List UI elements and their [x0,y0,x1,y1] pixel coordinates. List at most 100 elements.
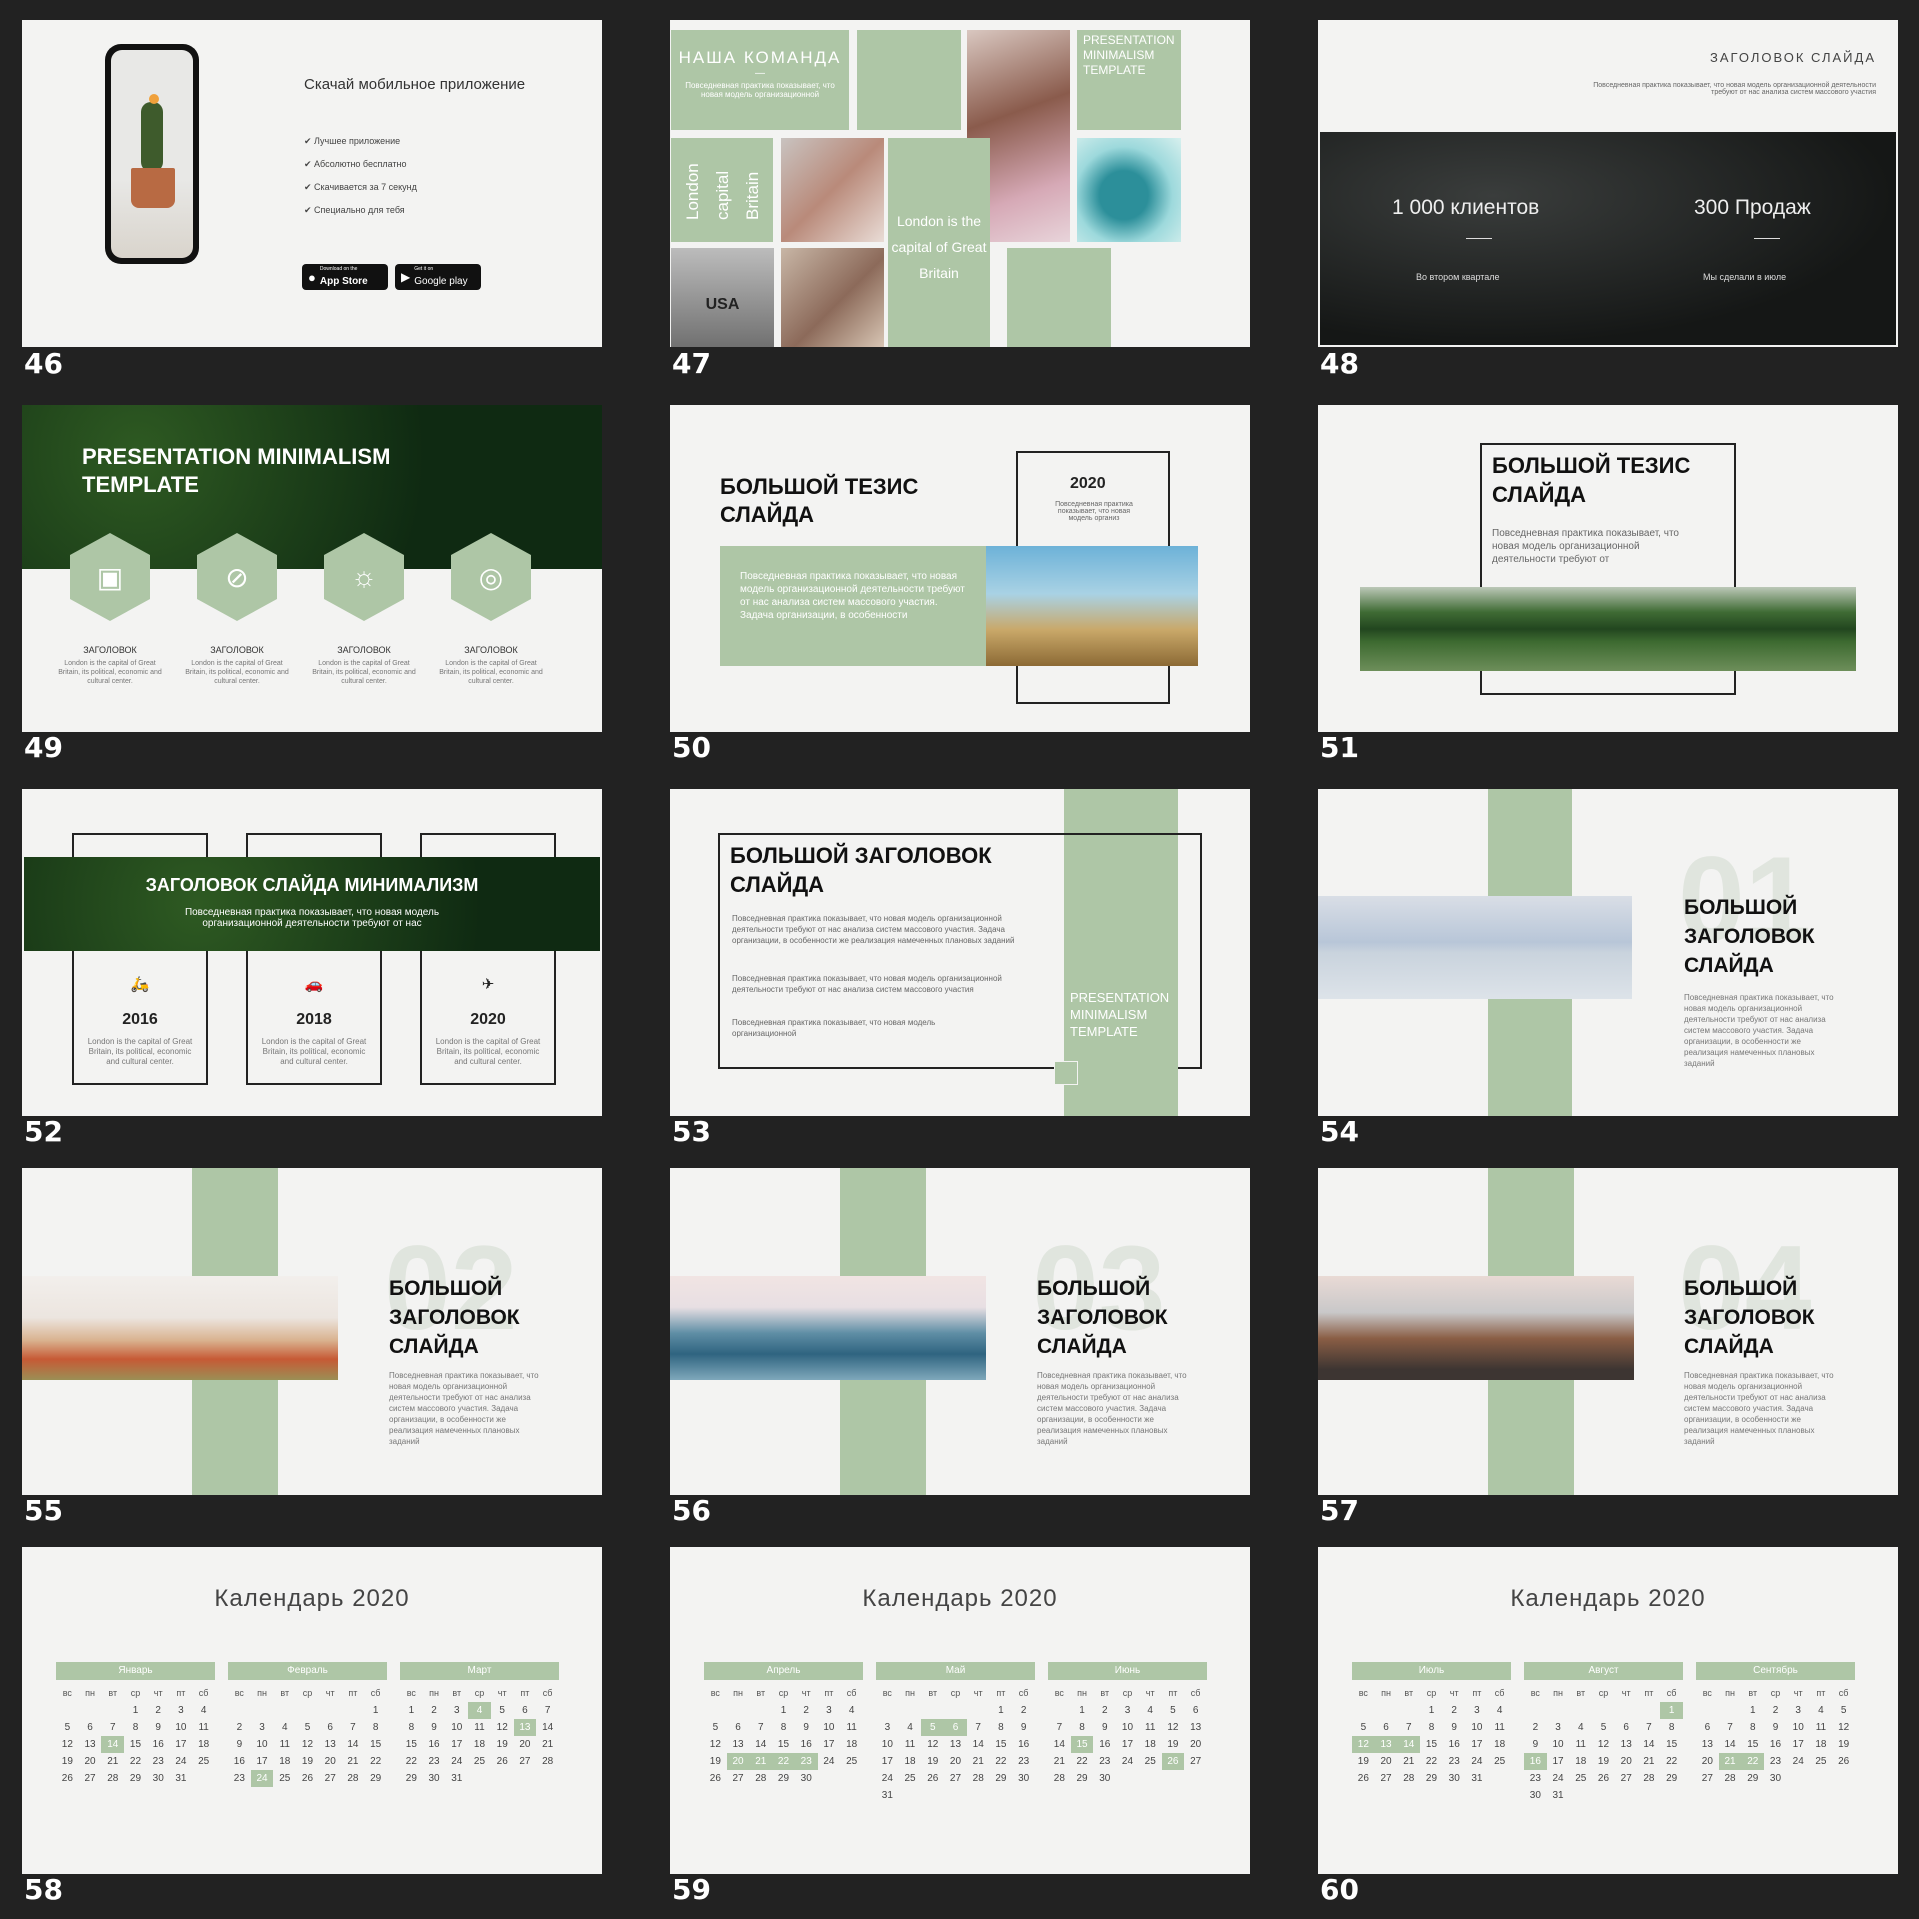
calendar-day[interactable]: 13 [79,1736,102,1753]
slide-59[interactable]: Календарь 2020 Апрель вс пн вт ср чт пт сб 1 2 3 4 5… [670,1547,1250,1874]
calendar-day[interactable]: 18 [1810,1736,1833,1753]
calendar-day[interactable]: 25 [1488,1753,1511,1770]
calendar-day[interactable]: 13 [1696,1736,1719,1753]
calendar-day[interactable]: 24 [1787,1753,1810,1770]
calendar-day[interactable]: 15 [1420,1736,1443,1753]
calendar-day[interactable]: 2 [1012,1702,1035,1719]
calendar-day[interactable]: 21 [1397,1753,1420,1770]
slide-46[interactable]: Скачай мобильное приложение ✔ Лучшее при… [22,20,602,347]
calendar-day[interactable]: 16 [147,1736,170,1753]
calendar-day[interactable]: 20 [514,1736,537,1753]
calendar-day[interactable]: 31 [445,1770,468,1787]
calendar-day[interactable]: 4 [1139,1702,1162,1719]
calendar-day[interactable]: 30 [795,1770,818,1787]
calendar-day[interactable]: 4 [840,1702,863,1719]
calendar-day[interactable]: 29 [1420,1770,1443,1787]
calendar-day[interactable]: 16 [1764,1736,1787,1753]
calendar-day[interactable]: 20 [944,1753,967,1770]
calendar-day[interactable]: 26 [491,1753,514,1770]
calendar-day[interactable]: 29 [990,1770,1013,1787]
calendar-day[interactable]: 25 [899,1770,922,1787]
slide-49[interactable]: PRESENTATION MINIMALISM TEMPLATE ▣ ЗАГОЛО… [22,405,602,732]
calendar-day[interactable]: 20 [726,1753,750,1770]
calendar-day[interactable]: 19 [56,1753,79,1770]
calendar-day[interactable]: 2 [1093,1702,1116,1719]
calendar-day[interactable]: 14 [1638,1736,1661,1753]
calendar-day[interactable]: 17 [1547,1753,1570,1770]
calendar-day[interactable]: 26 [1592,1770,1615,1787]
calendar-day[interactable]: 1 [1420,1702,1443,1719]
calendar-day[interactable]: 16 [1093,1736,1116,1753]
calendar-day[interactable]: 29 [364,1770,387,1787]
calendar-day[interactable]: 10 [1116,1719,1139,1736]
app-store-button[interactable]: ● Download on the App Store [302,264,388,290]
calendar-day[interactable]: 3 [170,1702,193,1719]
calendar-day[interactable]: 11 [899,1736,922,1753]
calendar-day[interactable]: 22 [364,1753,387,1770]
calendar-day[interactable]: 5 [491,1702,514,1719]
calendar-day[interactable]: 21 [967,1753,990,1770]
google-play-button[interactable]: ▶ Get it on Google play [395,264,481,290]
calendar-day[interactable]: 21 [536,1736,559,1753]
calendar-day[interactable]: 7 [1048,1719,1071,1736]
calendar-day[interactable]: 19 [491,1736,514,1753]
slide-56[interactable]: 03 БОЛЬШОЙ ЗАГОЛОВОК СЛАЙДА Повседневная… [670,1168,1250,1495]
calendar-day[interactable]: 8 [990,1719,1013,1736]
calendar-day[interactable]: 15 [124,1736,147,1753]
calendar-day[interactable]: 19 [921,1753,944,1770]
calendar-day[interactable]: 21 [342,1753,365,1770]
calendar-day[interactable]: 29 [772,1770,795,1787]
slide-52[interactable]: 🛵 2016 London is the capital of Great Brit… [22,789,602,1116]
calendar-day[interactable]: 29 [1071,1770,1094,1787]
calendar-day[interactable]: 31 [876,1787,899,1804]
calendar-day[interactable]: 2 [423,1702,446,1719]
calendar-day[interactable]: 14 [1719,1736,1742,1753]
calendar-day[interactable]: 10 [818,1719,841,1736]
calendar-day[interactable]: 4 [1810,1702,1833,1719]
calendar-day[interactable]: 25 [840,1753,863,1770]
calendar-day[interactable]: 9 [795,1719,818,1736]
calendar-day[interactable]: 17 [818,1736,841,1753]
calendar-day[interactable]: 6 [79,1719,102,1736]
calendar-day[interactable]: 13 [513,1719,537,1736]
calendar-day[interactable]: 2 [147,1702,170,1719]
calendar-day[interactable]: 11 [1488,1719,1511,1736]
slide-57[interactable]: 04 БОЛЬШОЙ ЗАГОЛОВОК СЛАЙДА Повседневная… [1318,1168,1898,1495]
calendar-day[interactable]: 2 [1764,1702,1787,1719]
calendar-day[interactable]: 13 [1374,1736,1398,1753]
calendar-day[interactable]: 2 [795,1702,818,1719]
calendar-day[interactable]: 28 [1048,1770,1071,1787]
calendar-day[interactable]: 15 [400,1736,423,1753]
calendar-day[interactable]: 13 [1615,1736,1638,1753]
calendar-day[interactable]: 27 [944,1770,967,1787]
calendar-day[interactable]: 23 [794,1753,818,1770]
calendar-day[interactable]: 3 [1116,1702,1139,1719]
calendar-day[interactable]: 2 [1443,1702,1466,1719]
calendar-day[interactable]: 6 [1615,1719,1638,1736]
calendar-day[interactable]: 15 [990,1736,1013,1753]
calendar-day[interactable]: 1 [1741,1702,1764,1719]
calendar-day[interactable]: 26 [56,1770,79,1787]
calendar-day[interactable]: 22 [1660,1753,1683,1770]
calendar-day[interactable]: 13 [944,1736,967,1753]
calendar-day[interactable]: 30 [1764,1770,1787,1787]
calendar-day[interactable]: 4 [468,1702,491,1719]
calendar-day[interactable]: 17 [1787,1736,1810,1753]
calendar-day[interactable]: 5 [56,1719,79,1736]
calendar-day[interactable]: 3 [1787,1702,1810,1719]
calendar-day[interactable]: 5 [1162,1702,1185,1719]
calendar-day[interactable]: 29 [1741,1770,1764,1787]
calendar-day[interactable]: 19 [296,1753,319,1770]
calendar-day[interactable]: 20 [79,1753,102,1770]
calendar-day[interactable]: 10 [1787,1719,1810,1736]
calendar-day[interactable]: 20 [1375,1753,1398,1770]
calendar-day[interactable]: 16 [795,1736,818,1753]
calendar-day[interactable]: 14 [1397,1736,1421,1753]
calendar-day[interactable]: 24 [1116,1753,1139,1770]
slide-55[interactable]: 02 БОЛЬШОЙ ЗАГОЛОВОК СЛАЙДА Повседневная… [22,1168,602,1495]
calendar-day[interactable]: 19 [704,1753,727,1770]
calendar-day[interactable]: 25 [1569,1770,1592,1787]
calendar-day[interactable]: 15 [1741,1736,1764,1753]
calendar-day[interactable]: 5 [296,1719,319,1736]
calendar-day[interactable]: 21 [1638,1753,1661,1770]
